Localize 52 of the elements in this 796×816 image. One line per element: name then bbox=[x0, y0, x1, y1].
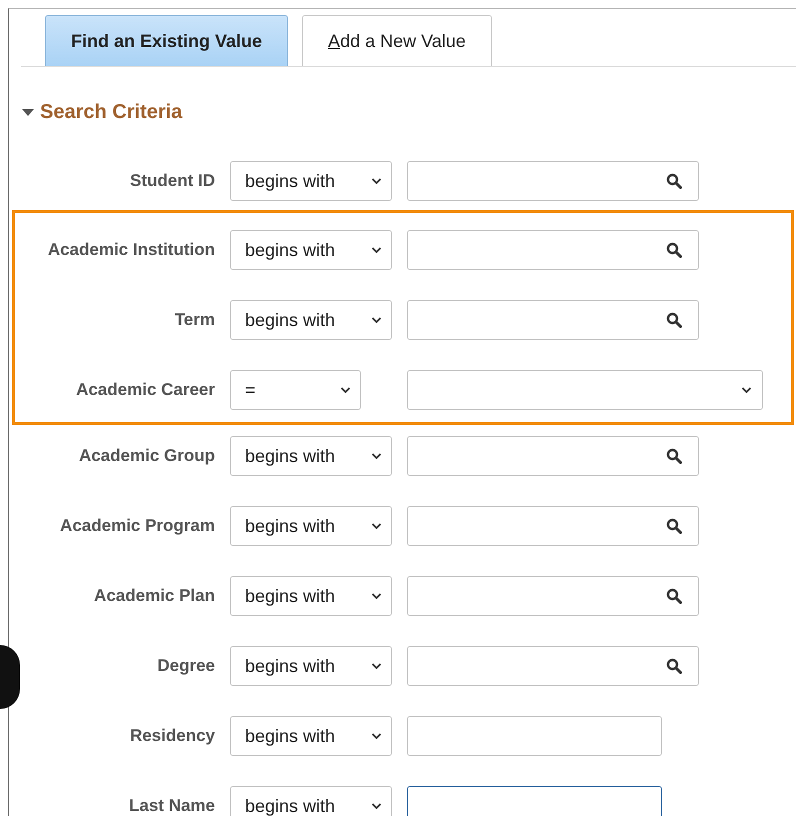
chevron-icon bbox=[371, 177, 382, 185]
search-icon[interactable] bbox=[666, 173, 682, 189]
operator-select[interactable]: begins with bbox=[230, 646, 392, 686]
chevron-icon bbox=[371, 316, 382, 324]
operator-select[interactable]: begins with bbox=[230, 161, 392, 201]
field-label: Last Name bbox=[128, 795, 216, 816]
search-icon[interactable] bbox=[666, 448, 682, 464]
chevron-icon bbox=[340, 386, 351, 394]
lookup-field[interactable] bbox=[407, 436, 699, 476]
lookup-field[interactable] bbox=[407, 506, 699, 546]
field-label: Academic Institution bbox=[46, 239, 216, 262]
search-icon[interactable] bbox=[666, 658, 682, 674]
chevron-icon bbox=[371, 246, 382, 254]
field-label: Academic Program bbox=[59, 515, 216, 538]
field-label: Residency bbox=[128, 725, 216, 748]
lookup-field[interactable] bbox=[407, 576, 699, 616]
lookup-field[interactable] bbox=[407, 646, 699, 686]
field-label: Degree bbox=[156, 655, 216, 678]
lookup-field[interactable] bbox=[407, 230, 699, 270]
chevron-icon bbox=[371, 452, 382, 460]
section-title[interactable]: Search Criteria bbox=[40, 97, 182, 127]
operator-select[interactable]: begins with bbox=[230, 576, 392, 616]
chevron-icon bbox=[371, 662, 382, 670]
operator-select[interactable]: begins with bbox=[230, 436, 392, 476]
field-label: Academic Group bbox=[78, 445, 216, 468]
operator-select[interactable]: begins with bbox=[230, 300, 392, 340]
search-icon[interactable] bbox=[666, 242, 682, 258]
search-icon[interactable] bbox=[666, 312, 682, 328]
input-field[interactable] bbox=[407, 786, 662, 816]
field-label: Term bbox=[174, 309, 216, 332]
lookup-field[interactable] bbox=[407, 300, 699, 340]
operator-select[interactable]: begins with bbox=[230, 230, 392, 270]
search-icon[interactable] bbox=[666, 588, 682, 604]
input-field[interactable] bbox=[407, 716, 662, 756]
field-label: Student ID bbox=[129, 170, 216, 192]
operator-select[interactable]: begins with bbox=[230, 716, 392, 756]
search-icon[interactable] bbox=[666, 518, 682, 534]
tab[interactable]: Find an Existing Value bbox=[45, 15, 288, 66]
chevron-icon bbox=[371, 592, 382, 600]
lookup-field[interactable] bbox=[407, 161, 699, 201]
chevron-icon bbox=[371, 732, 382, 740]
chevron-icon bbox=[371, 802, 382, 810]
expand-triangle-icon[interactable] bbox=[22, 108, 34, 116]
operator-select[interactable]: begins with bbox=[230, 506, 392, 546]
operator-select[interactable]: = bbox=[230, 370, 361, 410]
operator-select[interactable]: begins with bbox=[230, 786, 392, 816]
chevron-icon bbox=[371, 522, 382, 530]
field-label: Academic Plan bbox=[93, 585, 216, 608]
side-handle bbox=[0, 645, 20, 709]
chevron-icon bbox=[741, 386, 752, 394]
tab[interactable]: Add a New Value bbox=[302, 15, 492, 66]
field-label: Academic Career bbox=[75, 379, 216, 402]
